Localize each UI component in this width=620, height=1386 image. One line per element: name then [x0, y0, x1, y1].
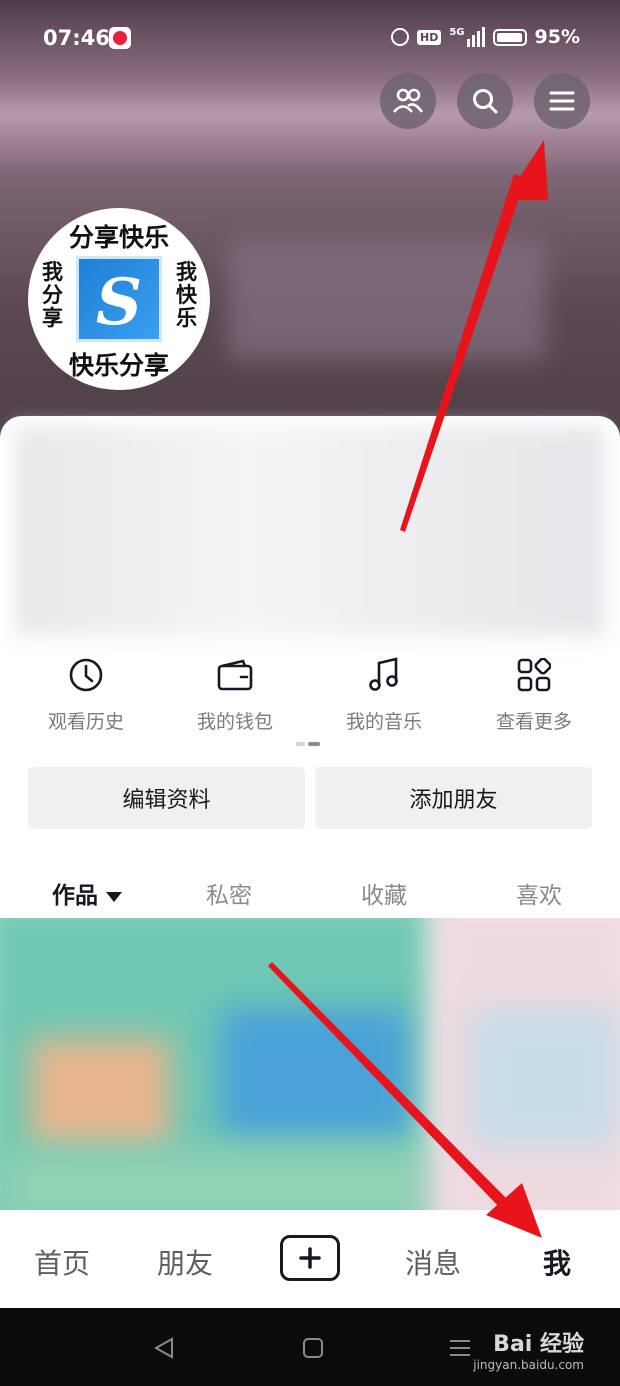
- battery-percent: 95%: [534, 26, 580, 48]
- tools-page-indicator: [296, 742, 320, 746]
- signal-icon: 5G: [449, 27, 485, 47]
- back-icon[interactable]: [152, 1336, 176, 1360]
- caret-down-icon: [106, 891, 122, 902]
- friends-icon: [392, 88, 424, 113]
- plus-icon: [299, 1247, 321, 1269]
- watermark-url: jingyan.baidu.com: [473, 1358, 584, 1372]
- recents-icon[interactable]: [448, 1337, 472, 1359]
- avatar-bottom-text: 快乐分享: [68, 351, 169, 380]
- status-indicators: HD 5G 95%: [391, 26, 580, 48]
- status-time: 07:46: [43, 26, 110, 50]
- tool-view-more[interactable]: 查看更多: [459, 655, 609, 734]
- baidu-jingyan-watermark: Bai 经验 jingyan.baidu.com: [473, 1326, 584, 1372]
- quick-tools: 观看历史 我的钱包 我的音乐 查看更多: [0, 655, 620, 745]
- status-bar: 07:46 HD 5G 95%: [0, 0, 620, 76]
- avatar-top-text: 分享快乐: [68, 223, 169, 252]
- edit-profile-button[interactable]: 编辑资料: [28, 767, 305, 829]
- tab-private[interactable]: 私密: [206, 876, 252, 910]
- tool-label: 我的音乐: [345, 711, 422, 733]
- friends-button[interactable]: [380, 73, 436, 129]
- nav-me[interactable]: 我: [543, 1242, 571, 1282]
- grid-more-icon: [517, 658, 551, 692]
- blurred-profile-info: [14, 426, 604, 636]
- tab-label: 作品: [52, 883, 98, 909]
- system-navigation-bar: Bai 经验 jingyan.baidu.com: [0, 1308, 620, 1386]
- avatar-left-text: 我分享: [42, 259, 63, 330]
- search-button[interactable]: [457, 73, 513, 129]
- menu-icon: [549, 91, 575, 111]
- nav-create-button[interactable]: [280, 1235, 340, 1281]
- network-type: 5G: [449, 27, 465, 38]
- tool-my-music[interactable]: 我的音乐: [309, 655, 459, 734]
- menu-button[interactable]: [534, 73, 590, 129]
- avatar-right-text: 我快乐: [176, 259, 197, 330]
- home-square-icon[interactable]: [302, 1337, 324, 1359]
- tool-watch-history[interactable]: 观看历史: [11, 655, 161, 734]
- app-notification-icon: [109, 27, 131, 49]
- add-friend-button[interactable]: 添加朋友: [315, 767, 592, 829]
- watermark-main: Bai 经验: [493, 1332, 584, 1357]
- avatar-logo-letter: S: [95, 265, 143, 340]
- wallet-icon: [217, 659, 253, 691]
- blurred-video-grid[interactable]: [0, 918, 620, 1210]
- music-note-icon: [369, 657, 398, 691]
- search-icon: [473, 89, 498, 114]
- tool-my-wallet[interactable]: 我的钱包: [160, 655, 310, 734]
- tool-label: 观看历史: [47, 711, 124, 733]
- tool-label: 查看更多: [495, 711, 572, 733]
- clock-icon: [69, 658, 103, 692]
- nav-friends[interactable]: 朋友: [157, 1242, 213, 1282]
- nav-messages[interactable]: 消息: [405, 1242, 461, 1282]
- avatar-logo: S: [76, 256, 162, 342]
- alarm-icon: [391, 28, 409, 46]
- blurred-username: [228, 240, 546, 360]
- tab-works[interactable]: 作品: [52, 876, 122, 910]
- battery-icon: [492, 28, 527, 46]
- tool-label: 我的钱包: [196, 711, 273, 733]
- bottom-navigation: 首页 朋友 消息 我: [0, 1210, 620, 1308]
- tab-favorites[interactable]: 收藏: [361, 876, 407, 910]
- avatar[interactable]: 分享快乐 我分享 S 我快乐 快乐分享: [28, 208, 210, 390]
- nav-home[interactable]: 首页: [34, 1242, 90, 1282]
- tab-likes[interactable]: 喜欢: [516, 876, 562, 910]
- hd-badge: HD: [417, 29, 442, 45]
